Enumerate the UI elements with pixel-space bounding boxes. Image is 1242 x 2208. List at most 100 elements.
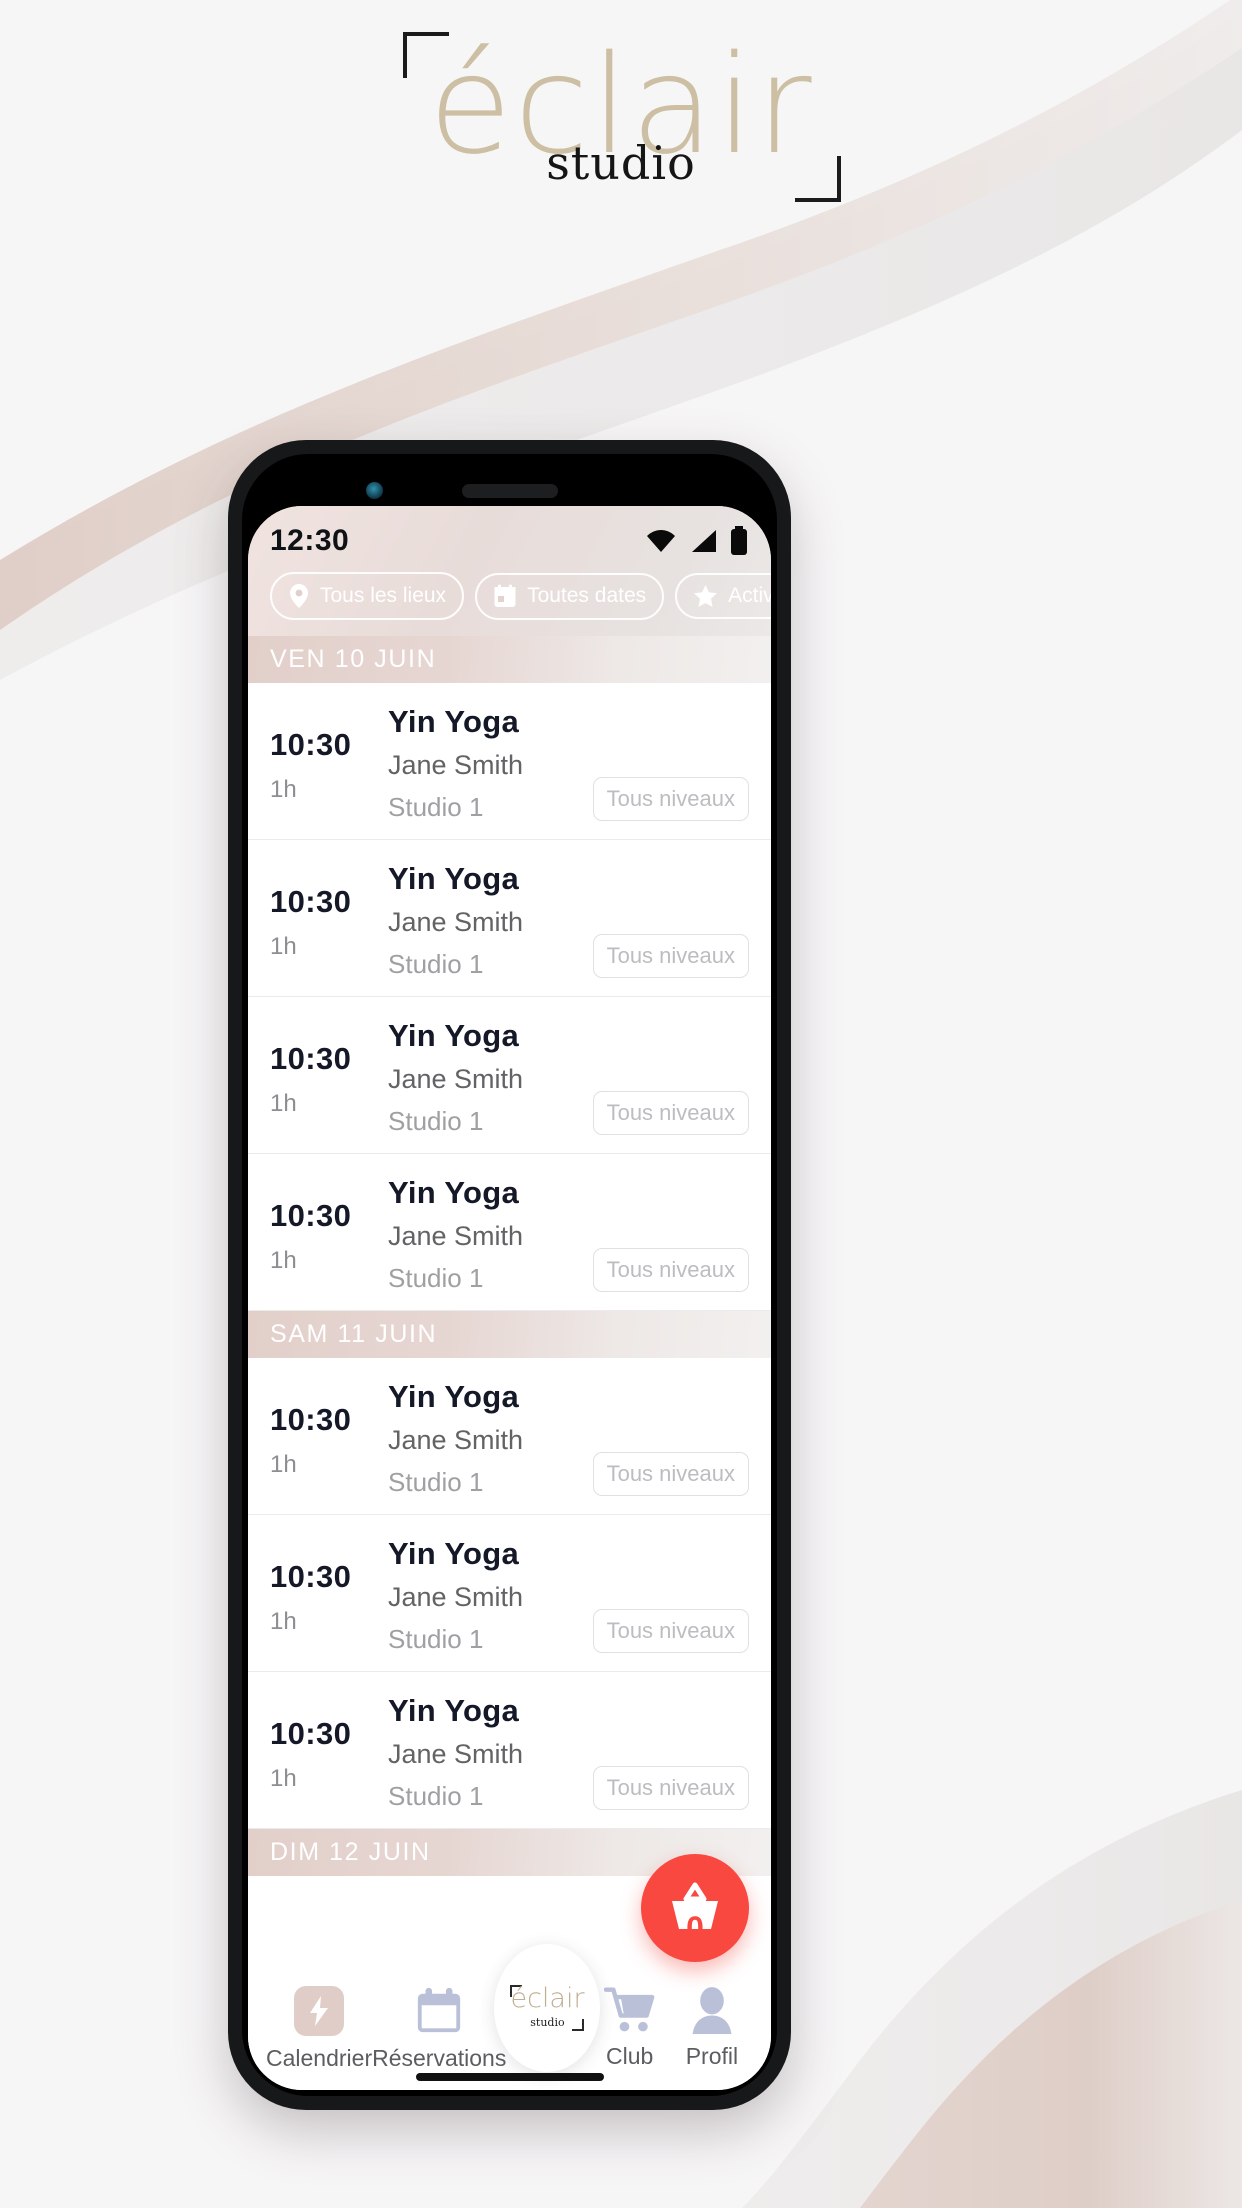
class-row[interactable]: 10:30 1h Yin Yoga Jane Smith Studio 1 Tous ni… xyxy=(248,1358,771,1515)
class-level-badge[interactable]: Tous niveaux xyxy=(592,934,749,978)
class-instructor: Jane Smith xyxy=(388,1064,524,1094)
star-icon xyxy=(694,585,718,607)
class-duration: 1h xyxy=(270,1765,297,1792)
shopping-cart-icon xyxy=(603,1987,655,2032)
class-level-badge[interactable]: Tous niveaux xyxy=(592,1609,749,1653)
class-duration: 1h xyxy=(270,1451,297,1478)
class-time-block: 10:30 1h xyxy=(270,701,388,804)
day-separator: SAM 11 JUIN xyxy=(248,1311,771,1358)
class-title: Yin Yoga xyxy=(388,1693,520,1728)
class-instructor: Jane Smith xyxy=(388,750,524,780)
class-time-block: 10:30 1h xyxy=(270,1690,388,1793)
earpiece-speaker xyxy=(461,484,558,498)
mini-brand-subtitle: studio xyxy=(530,2016,565,2029)
mini-brand-wordmark: éclair xyxy=(510,1983,585,2014)
class-time-block: 10:30 1h xyxy=(270,1015,388,1118)
class-row[interactable]: 10:30 1h Yin Yoga Jane Smith Studio 1 Tous ni… xyxy=(248,1515,771,1672)
class-title: Yin Yoga xyxy=(388,1018,520,1053)
front-camera-icon xyxy=(366,482,383,499)
calendar-icon xyxy=(418,1987,461,2033)
wifi-icon xyxy=(647,530,675,552)
class-info-block: Yin Yoga Jane Smith Studio 1 xyxy=(388,1015,593,1137)
class-row[interactable]: 10:30 1h Yin Yoga Jane Smith Studio 1 Tous ni… xyxy=(248,840,771,997)
class-time-block: 10:30 1h xyxy=(270,1533,388,1636)
class-title: Yin Yoga xyxy=(388,1175,520,1210)
cart-fab-button[interactable]: 0 xyxy=(641,1854,749,1962)
class-info-block: Yin Yoga Jane Smith Studio 1 xyxy=(388,701,593,823)
class-title: Yin Yoga xyxy=(388,861,520,896)
class-location: Studio 1 xyxy=(388,1106,484,1136)
class-level-badge[interactable]: Tous niveaux xyxy=(592,1248,749,1292)
class-instructor: Jane Smith xyxy=(388,1221,524,1251)
class-start-time: 10:30 xyxy=(270,1041,352,1076)
bottom-navigation[interactable]: Calendrier Réservations éclair studio Cl… xyxy=(248,1944,771,2090)
class-instructor: Jane Smith xyxy=(388,907,524,937)
class-row[interactable]: 10:30 1h Yin Yoga Jane Smith Studio 1 Tous ni… xyxy=(248,997,771,1154)
filter-chip-location[interactable]: Tous les lieux xyxy=(270,572,465,620)
class-time-block: 10:30 1h xyxy=(270,1376,388,1479)
class-row[interactable]: 10:30 1h Yin Yoga Jane Smith Studio 1 Tous ni… xyxy=(248,1154,771,1311)
class-row[interactable]: 10:30 1h Yin Yoga Jane Smith Studio 1 Tous ni… xyxy=(248,683,771,840)
class-row[interactable]: 10:30 1h Yin Yoga Jane Smith Studio 1 Tous ni… xyxy=(248,1672,771,1829)
day-separator: VEN 10 JUIN xyxy=(248,636,771,683)
brand-subtitle: studio xyxy=(546,136,696,190)
class-time-block: 10:30 1h xyxy=(270,1172,388,1275)
brand-logo: éclair studio xyxy=(0,26,1242,212)
class-time-block: 10:30 1h xyxy=(270,858,388,961)
class-location: Studio 1 xyxy=(388,1263,484,1293)
class-start-time: 10:30 xyxy=(270,1198,352,1233)
phone-mockup: 12:30 Tous les lieux Toutes dates Activ … xyxy=(228,440,791,2110)
cellular-signal-icon xyxy=(692,530,716,552)
class-instructor: Jane Smith xyxy=(388,1739,524,1769)
class-title: Yin Yoga xyxy=(388,1379,520,1414)
class-location: Studio 1 xyxy=(388,792,484,822)
class-start-time: 10:30 xyxy=(270,727,352,762)
person-icon xyxy=(692,1987,732,2034)
class-level-badge[interactable]: Tous niveaux xyxy=(592,1452,749,1496)
class-start-time: 10:30 xyxy=(270,1716,352,1751)
class-title: Yin Yoga xyxy=(388,1536,520,1571)
schedule-list[interactable]: VEN 10 JUIN 10:30 1h Yin Yoga Jane Smith Stud… xyxy=(248,636,771,1972)
status-bar-icons xyxy=(645,526,749,556)
class-location: Studio 1 xyxy=(388,1624,484,1654)
nav-item-reservations[interactable]: Réservations xyxy=(372,1986,506,2072)
class-level-badge[interactable]: Tous niveaux xyxy=(592,777,749,821)
class-duration: 1h xyxy=(270,1247,297,1274)
phone-screen: 12:30 Tous les lieux Toutes dates Activ … xyxy=(248,506,771,2090)
cart-count-badge: 0 xyxy=(686,1910,704,1946)
nav-center-logo-button[interactable]: éclair studio xyxy=(494,1944,601,2072)
calendar-icon xyxy=(494,584,516,607)
class-duration: 1h xyxy=(270,776,297,803)
nav-item-calendrier-label: Calendrier xyxy=(266,2045,373,2071)
class-level-badge[interactable]: Tous niveaux xyxy=(592,1766,749,1810)
filter-chip-row[interactable]: Tous les lieux Toutes dates Activ xyxy=(270,572,771,620)
class-instructor: Jane Smith xyxy=(388,1582,524,1612)
battery-icon xyxy=(731,526,747,555)
class-location: Studio 1 xyxy=(388,1781,484,1811)
lightning-bolt-icon xyxy=(294,1986,345,2036)
class-instructor: Jane Smith xyxy=(388,1425,524,1455)
class-title: Yin Yoga xyxy=(388,704,520,739)
nav-item-reservations-label: Réservations xyxy=(372,2045,507,2071)
class-duration: 1h xyxy=(270,1608,297,1635)
filter-chip-activities[interactable]: Activités xyxy=(675,573,771,619)
nav-item-club-label: Club xyxy=(606,2043,654,2069)
phone-bezel: 12:30 Tous les lieux Toutes dates Activ … xyxy=(242,454,777,2096)
class-start-time: 10:30 xyxy=(270,884,352,919)
class-start-time: 10:30 xyxy=(270,1559,352,1594)
location-pin-icon xyxy=(290,584,308,608)
status-bar-clock: 12:30 xyxy=(270,524,350,557)
class-duration: 1h xyxy=(270,1090,297,1117)
class-info-block: Yin Yoga Jane Smith Studio 1 xyxy=(388,1533,593,1655)
filter-chip-dates[interactable]: Toutes dates xyxy=(475,572,665,620)
nav-item-club[interactable]: Club xyxy=(589,1986,671,2070)
app-header: 12:30 Tous les lieux Toutes dates Activ xyxy=(248,506,771,636)
nav-item-calendrier[interactable]: Calendrier xyxy=(266,1986,372,2072)
nav-item-profil[interactable]: Profil xyxy=(671,1986,753,2070)
class-location: Studio 1 xyxy=(388,1467,484,1497)
class-info-block: Yin Yoga Jane Smith Studio 1 xyxy=(388,858,593,980)
filter-chip-dates-label: Toutes dates xyxy=(527,584,647,607)
class-location: Studio 1 xyxy=(388,949,484,979)
class-info-block: Yin Yoga Jane Smith Studio 1 xyxy=(388,1376,593,1498)
class-level-badge[interactable]: Tous niveaux xyxy=(592,1091,749,1135)
